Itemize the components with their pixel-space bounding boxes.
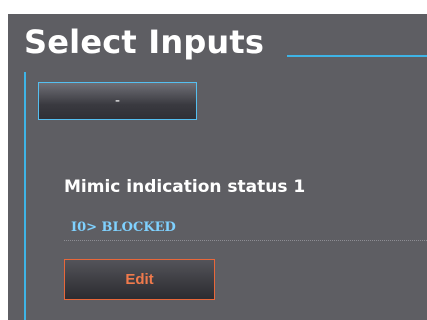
panel-title: Select Inputs — [24, 23, 265, 61]
status-label: Mimic indication status 1 — [64, 177, 306, 197]
select-input-button[interactable]: - — [38, 82, 197, 120]
status-value: I0> BLOCKED — [71, 220, 176, 235]
frame-top-border — [287, 55, 427, 57]
frame-left-border — [24, 72, 26, 320]
edit-button[interactable]: Edit — [64, 259, 215, 300]
status-divider — [64, 240, 427, 241]
